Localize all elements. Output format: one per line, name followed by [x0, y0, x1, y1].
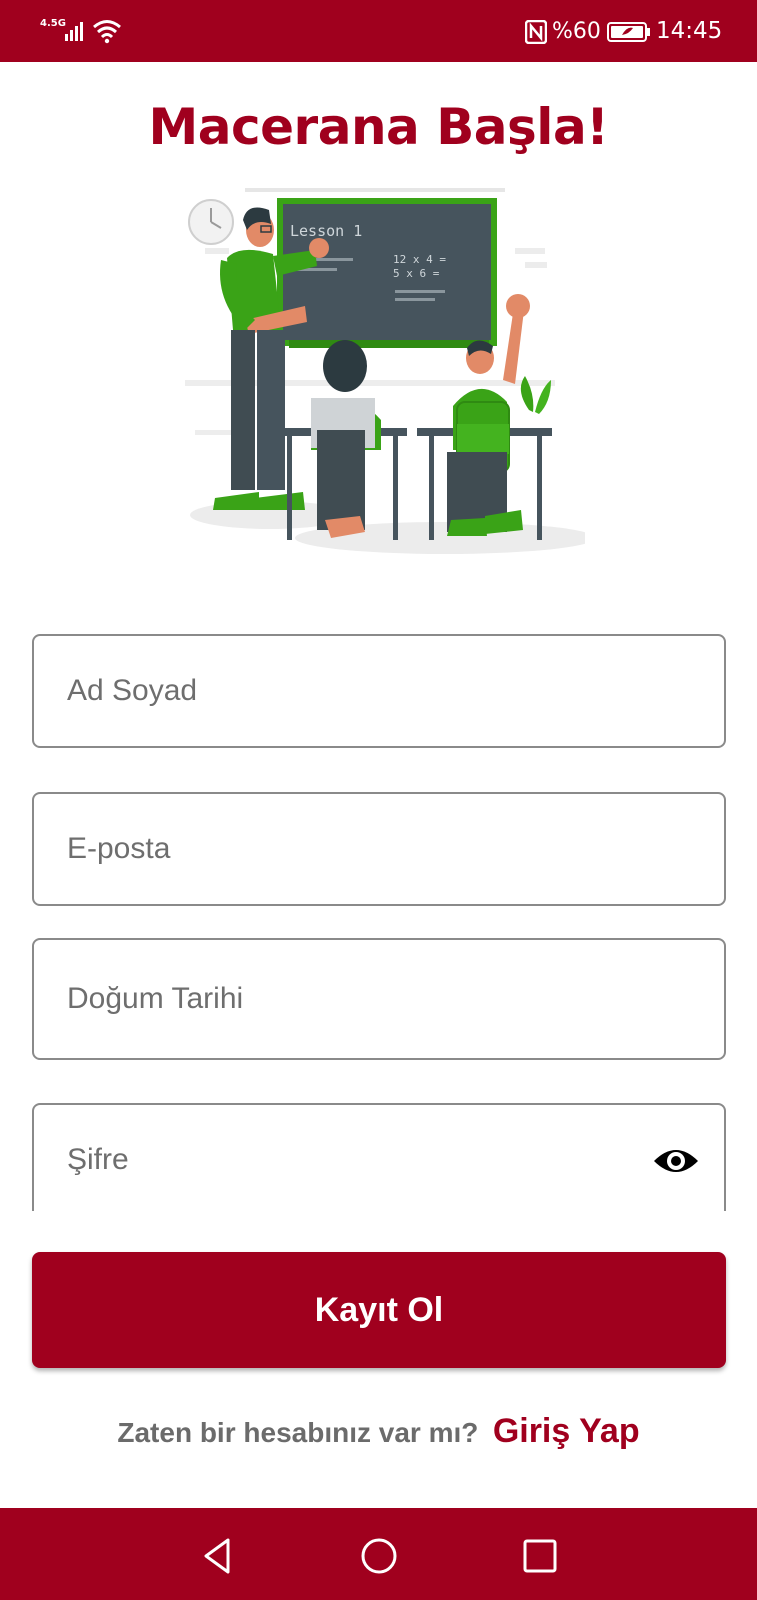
wifi-icon — [93, 20, 121, 44]
register-button[interactable]: Kayıt Ol — [32, 1252, 726, 1368]
recent-apps-icon[interactable] — [520, 1536, 560, 1576]
birth-date-field[interactable]: Doğum Tarihi — [32, 938, 726, 1060]
signal-icon — [65, 22, 83, 41]
login-link[interactable]: Giriş Yap — [493, 1412, 640, 1450]
classroom-illustration: Lesson 1 12 x 4 = 5 x 6 = — [185, 188, 585, 554]
board-line-1: 12 x 4 = — [393, 253, 446, 266]
name-field[interactable]: Ad Soyad — [32, 634, 726, 748]
nfc-icon — [525, 20, 547, 44]
password-field[interactable]: Şifre — [32, 1103, 726, 1211]
password-placeholder: Şifre — [67, 1143, 129, 1176]
back-icon[interactable] — [198, 1536, 238, 1576]
login-prompt: Zaten bir hesabınız var mı? Giriş Yap — [0, 1412, 757, 1451]
battery-percent: %60 — [552, 19, 601, 44]
network-type: 4.5G — [40, 18, 66, 29]
status-bar: 4.5G %60 14:45 — [0, 0, 757, 62]
battery-icon — [607, 22, 650, 42]
birth-date-placeholder: Doğum Tarihi — [67, 982, 244, 1015]
eye-icon[interactable] — [652, 1145, 700, 1177]
home-icon[interactable] — [359, 1536, 399, 1576]
board-title: Lesson 1 — [290, 222, 362, 240]
email-placeholder: E-posta — [67, 832, 171, 865]
name-placeholder: Ad Soyad — [67, 674, 198, 707]
page-title: Macerana Başla! — [148, 98, 609, 156]
navigation-bar — [0, 1508, 757, 1600]
clock: 14:45 — [656, 18, 723, 44]
email-field[interactable]: E-posta — [32, 792, 726, 906]
login-question: Zaten bir hesabınız var mı? — [117, 1417, 479, 1448]
board-line-2: 5 x 6 = — [393, 267, 440, 280]
